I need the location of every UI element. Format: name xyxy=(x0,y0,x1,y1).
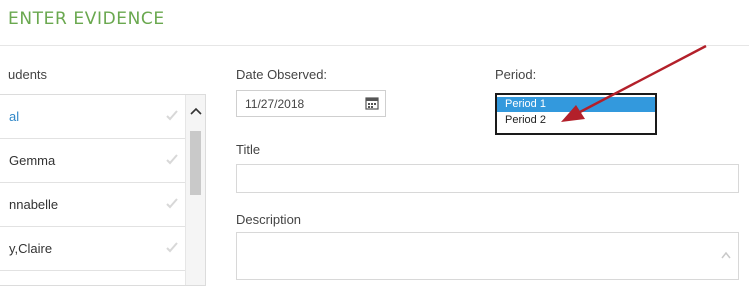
period-select[interactable]: Period 1 Period 2 xyxy=(495,93,657,135)
date-observed-label: Date Observed: xyxy=(236,67,328,82)
scroll-thumb[interactable] xyxy=(190,131,201,195)
check-icon[interactable] xyxy=(164,195,180,211)
description-label: Description xyxy=(236,212,302,227)
date-observed-input[interactable]: 11/27/2018 xyxy=(236,90,386,117)
student-item[interactable]: nnabelle xyxy=(0,183,185,227)
divider xyxy=(0,45,749,46)
student-list[interactable]: al Gemma nnabelle y,Claire xyxy=(0,94,206,286)
period-option[interactable]: Period 1 xyxy=(497,97,655,112)
description-input[interactable] xyxy=(236,232,739,280)
chevron-up-icon[interactable] xyxy=(720,247,732,259)
check-icon[interactable] xyxy=(164,239,180,255)
student-name: Gemma xyxy=(9,153,56,168)
student-name: al xyxy=(9,109,20,124)
student-item[interactable]: y,Claire xyxy=(0,227,185,271)
title-label: Title xyxy=(236,142,261,157)
date-observed-value: 11/27/2018 xyxy=(245,97,305,111)
student-name: nnabelle xyxy=(9,197,59,212)
student-name: y,Claire xyxy=(9,241,53,256)
chevron-up-icon[interactable] xyxy=(186,103,205,119)
period-label: Period: xyxy=(495,67,537,82)
student-item[interactable]: Gemma xyxy=(0,139,185,183)
check-icon[interactable] xyxy=(164,107,180,123)
period-option[interactable]: Period 2 xyxy=(497,113,655,128)
check-icon[interactable] xyxy=(164,151,180,167)
students-label: udents xyxy=(8,67,48,82)
student-item[interactable]: al xyxy=(0,95,185,139)
title-input[interactable] xyxy=(236,164,739,193)
section-title: ENTER EVIDENCE xyxy=(8,9,165,29)
student-list-scrollbar[interactable] xyxy=(185,95,205,285)
calendar-icon[interactable] xyxy=(365,96,379,110)
